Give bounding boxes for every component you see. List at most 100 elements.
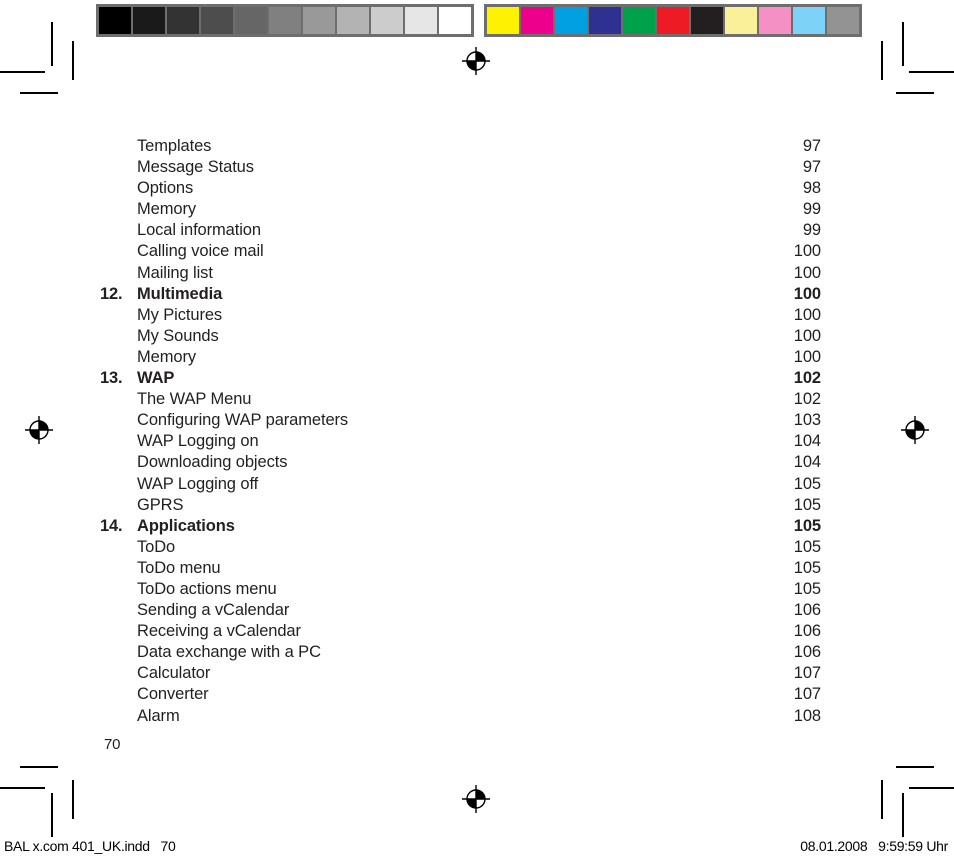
toc-entry-row[interactable]: WAP Logging off 105 [0, 474, 954, 495]
toc-page-number: 106 [793, 622, 821, 641]
color-calibration-bar [96, 4, 862, 37]
toc-page-number: 105 [793, 516, 821, 535]
crop-mark-bottom-right-outer [902, 793, 904, 837]
toc-page-number: 100 [793, 284, 821, 303]
grayscale-swatch-6 [303, 7, 335, 34]
registration-target-icon-top [461, 46, 491, 76]
toc-entry-row[interactable]: WAP Logging on 104 [0, 431, 954, 452]
toc-entry-row[interactable]: Templates 97 [0, 136, 954, 157]
grayscale-swatch-7 [337, 7, 369, 34]
toc-entry-row[interactable]: Configuring WAP parameters 103 [0, 410, 954, 431]
imposition-file-label: BAL x.com 401_UK.indd 70 [4, 838, 176, 854]
toc-page-number: 104 [793, 432, 821, 451]
toc-page-number: 99 [802, 221, 821, 240]
toc-entry-label: Mailing list [137, 263, 213, 282]
color-swatch-4 [623, 7, 655, 34]
toc-entry-row[interactable]: Memory 100 [0, 347, 954, 368]
color-swatch-8 [759, 7, 791, 34]
color-swatch-6 [691, 7, 723, 34]
toc-entry-label: WAP Logging off [137, 474, 259, 493]
toc-page-number: 100 [793, 326, 821, 345]
page-folio: 70 [104, 736, 121, 753]
toc-entry-row[interactable]: Data exchange with a PC 106 [0, 642, 954, 663]
toc-entry-label: ToDo [137, 537, 176, 556]
toc-entry-row[interactable]: Converter 107 [0, 684, 954, 705]
color-swatch-5 [657, 7, 689, 34]
toc-entry-row[interactable]: ToDo 105 [0, 537, 954, 558]
toc-entry-label: Data exchange with a PC [137, 643, 321, 662]
toc-entry-label: Templates [137, 137, 212, 155]
toc-page-number: 106 [793, 643, 821, 662]
toc-entry-label: GPRS [137, 495, 184, 514]
crop-mark-bottom-left-inner [72, 780, 74, 819]
toc-page-number: 99 [802, 200, 821, 219]
toc-entry-label: ToDo menu [137, 558, 221, 577]
toc-page-number: 102 [793, 369, 821, 388]
crop-mark-left-bottom-outer [0, 787, 45, 789]
toc-entry-label: Local information [137, 221, 261, 240]
color-swatch-7 [725, 7, 757, 34]
grayscale-swatch-9 [405, 7, 437, 34]
toc-entry-row[interactable]: Message Status 97 [0, 157, 954, 178]
crop-mark-left-top-inner [20, 92, 58, 94]
toc-entry-row[interactable]: Options 98 [0, 178, 954, 199]
toc-chapter-number: 12. [100, 284, 123, 303]
toc-entry-row[interactable]: Sending a vCalendar 106 [0, 600, 954, 621]
toc-entry-label: Applications [137, 516, 235, 535]
toc-entry-row[interactable]: Alarm 108 [0, 706, 954, 727]
grayscale-swatch-5 [269, 7, 301, 34]
crop-mark-left-top-outer [0, 71, 45, 73]
toc-entry-row[interactable]: ToDo menu 105 [0, 558, 954, 579]
toc-chapter-row[interactable]: 12. Multimedia 100 [0, 284, 954, 305]
toc-entry-row[interactable]: GPRS 105 [0, 495, 954, 516]
toc-entry-label: Options [137, 179, 194, 198]
toc-page-number: 104 [793, 453, 821, 472]
grayscale-swatch-0 [99, 7, 131, 34]
toc-chapter-row[interactable]: 14. Applications 105 [0, 516, 954, 537]
imposition-timestamp: 08.01.2008 9:59:59 Uhr [800, 838, 948, 854]
toc-entry-row[interactable]: Receiving a vCalendar 106 [0, 621, 954, 642]
crop-mark-right-bottom-inner [896, 766, 934, 768]
crop-mark-right-top-outer [909, 71, 954, 73]
toc-entry-label: Memory [137, 347, 196, 366]
color-swatch-group [484, 4, 862, 37]
toc-entry-row[interactable]: Calculator 107 [0, 663, 954, 684]
toc-page-number: 102 [793, 390, 821, 409]
color-swatch-9 [793, 7, 825, 34]
toc-entry-row[interactable]: My Pictures 100 [0, 305, 954, 326]
grayscale-swatch-group [96, 4, 474, 37]
toc-entry-row[interactable]: Memory 99 [0, 199, 954, 220]
registration-target-icon-bottom [461, 784, 491, 814]
toc-entry-label: Converter [137, 685, 209, 704]
toc-page-number: 105 [793, 579, 821, 598]
toc-page-number: 108 [793, 706, 821, 725]
toc-page-number: 103 [793, 411, 821, 430]
toc-page-number: 106 [793, 601, 821, 620]
toc-entry-row[interactable]: Mailing list 100 [0, 263, 954, 284]
toc-page-number: 105 [793, 537, 821, 556]
crop-mark-left-bottom-inner [20, 766, 58, 768]
toc-entry-label: Message Status [137, 158, 254, 177]
toc-entry-label: Receiving a vCalendar [137, 622, 301, 641]
toc-entry-label: Configuring WAP parameters [137, 411, 349, 430]
toc-entry-row[interactable]: Downloading objects 104 [0, 452, 954, 473]
toc-page-number: 100 [793, 305, 821, 324]
toc-entry-row[interactable]: Calling voice mail 100 [0, 241, 954, 262]
toc-entry-row[interactable]: Local information 99 [0, 220, 954, 241]
toc-entry-label: Memory [137, 200, 196, 219]
toc-entry-label: Sending a vCalendar [137, 601, 290, 620]
toc-chapter-number: 13. [100, 369, 123, 388]
grayscale-swatch-1 [133, 7, 165, 34]
toc-entry-label: My Sounds [137, 326, 219, 345]
toc-entry-row[interactable]: The WAP Menu 102 [0, 389, 954, 410]
grayscale-swatch-2 [167, 7, 199, 34]
grayscale-swatch-10 [439, 7, 471, 34]
toc-entry-label: ToDo actions menu [137, 579, 277, 598]
toc-page-number: 97 [802, 137, 821, 155]
toc-entry-row[interactable]: ToDo actions menu 105 [0, 579, 954, 600]
toc-chapter-row[interactable]: 13. WAP 102 [0, 368, 954, 389]
toc-entry-row[interactable]: My Sounds 100 [0, 326, 954, 347]
toc-entry-label: Alarm [137, 706, 180, 725]
toc-page-number: 105 [793, 474, 821, 493]
crop-mark-top-right-inner [881, 41, 883, 80]
